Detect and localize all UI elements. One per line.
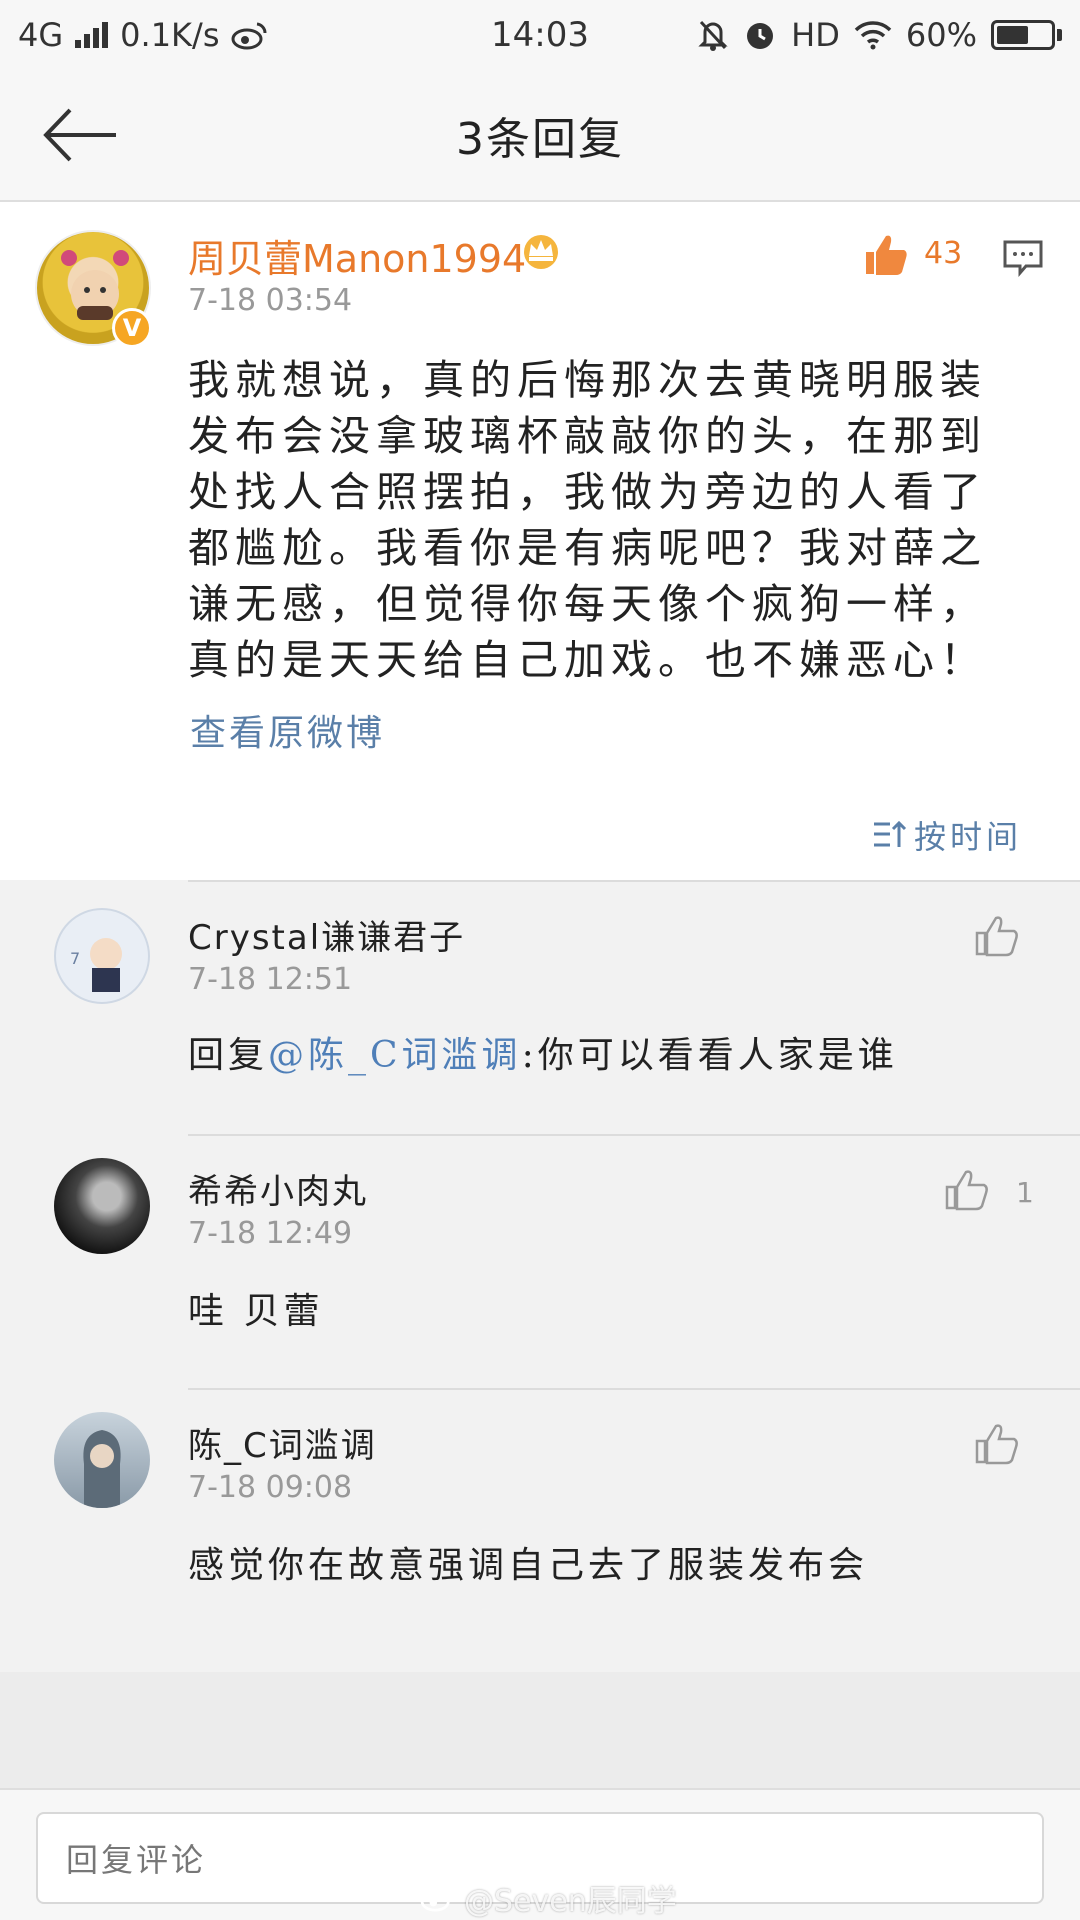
divider (188, 1388, 1080, 1390)
divider (188, 1134, 1080, 1136)
like-count: 43 (924, 236, 963, 271)
status-time: 14:03 (491, 15, 589, 55)
author-name[interactable]: 周贝蕾Manon1994 (188, 228, 526, 283)
post-time: 7-18 03:54 (188, 283, 353, 318)
watermark: @Seven辰同学 (420, 1876, 677, 1920)
wifi-icon (854, 21, 892, 50)
thumbs-up-icon[interactable] (862, 232, 910, 278)
comment-time: 7-18 09:08 (188, 1470, 353, 1505)
network-type: 4G (18, 16, 64, 54)
comment-body: :你可以看看人家是谁 (521, 1035, 898, 1076)
watermark-text: @Seven辰同学 (464, 1884, 677, 1919)
signal-icon (75, 22, 109, 48)
comment-text: 哇 贝蕾 (188, 1291, 324, 1332)
view-original-link[interactable]: 查看原微博 (190, 704, 385, 756)
status-bar: 4G 0.1K/s 14:03 HD 60% (0, 0, 1080, 70)
page-title: 3条回复 (456, 114, 624, 165)
post-body: 我就想说，真的后悔那次去黄晓明服装发布会没拿玻璃杯敲敲你的头，在那到处找人合照摆… (188, 356, 987, 684)
comment-item: 希希小肉丸 7-18 12:49 哇 贝蕾 1 (0, 1134, 1080, 1388)
comment-time: 7-18 12:51 (188, 962, 353, 997)
comment-text: 回复@陈_C词滥调:你可以看看人家是谁 (188, 1026, 898, 1078)
thumbs-up-icon[interactable] (944, 1168, 990, 1212)
commenter-name[interactable]: 陈_C词滥调 (188, 1418, 377, 1467)
commenter-name[interactable]: Crystal谦谦君子 (188, 910, 465, 959)
back-arrow-icon[interactable] (40, 100, 120, 170)
commenter-avatar[interactable] (54, 1158, 150, 1254)
weibo-icon (231, 22, 267, 50)
crown-icon (524, 235, 558, 269)
comment-icon[interactable] (1002, 238, 1044, 278)
header: 3条回复 (0, 70, 1080, 202)
comment-item: 7 Crystal谦谦君子 7-18 12:51 回复@陈_C词滥调:你可以看看… (0, 880, 1080, 1134)
weibo-logo-icon (420, 1886, 454, 1912)
verified-badge: V (112, 308, 152, 348)
thumbs-up-icon[interactable] (974, 914, 1020, 958)
hd-indicator: HD (791, 16, 840, 54)
comment-item: 陈_C词滥调 7-18 09:08 感觉你在故意强调自己去了服装发布会 (0, 1388, 1080, 1672)
comment-like-count: 1 (1016, 1176, 1034, 1209)
battery-icon (991, 20, 1062, 50)
svg-text:7: 7 (70, 949, 80, 968)
thumbs-up-icon[interactable] (974, 1422, 1020, 1466)
network-speed: 0.1K/s (120, 16, 220, 54)
comment-time: 7-18 12:49 (188, 1216, 353, 1251)
commenter-avatar[interactable]: 7 (54, 908, 150, 1004)
battery-percent: 60% (905, 16, 977, 54)
alarm-icon (747, 23, 774, 49)
commenter-avatar[interactable] (54, 1412, 150, 1508)
sort-by-time-button[interactable]: 按时间 (872, 812, 1022, 858)
divider (188, 880, 1080, 882)
mention-link[interactable]: @陈_C词滥调 (268, 1035, 522, 1076)
sort-icon (874, 820, 907, 847)
mute-bell-icon (698, 20, 728, 51)
reply-prefix: 回复 (188, 1035, 269, 1076)
sort-label: 按时间 (914, 818, 1023, 856)
commenter-name[interactable]: 希希小肉丸 (188, 1164, 368, 1213)
comment-text: 感觉你在故意强调自己去了服装发布会 (188, 1545, 869, 1586)
list-end-spacer (0, 1672, 1080, 1788)
